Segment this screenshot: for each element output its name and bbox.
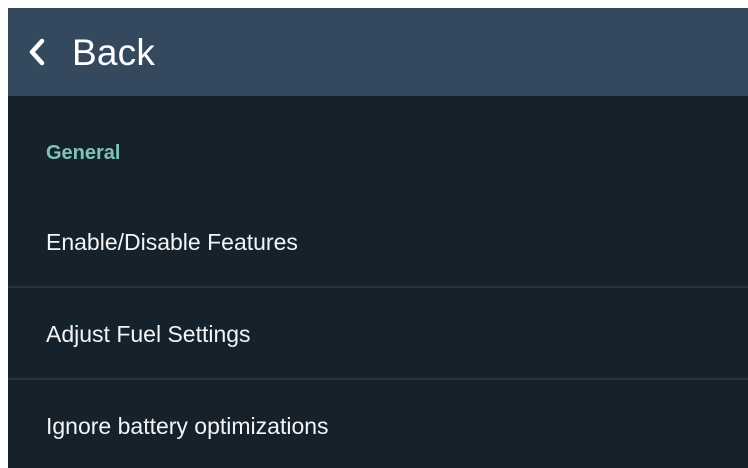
menu-item-ignore-battery-optimizations[interactable]: Ignore battery optimizations	[8, 380, 748, 468]
menu-item-adjust-fuel-settings[interactable]: Adjust Fuel Settings	[8, 288, 748, 380]
back-label: Back	[72, 31, 156, 73]
menu-item-label: Adjust Fuel Settings	[46, 320, 251, 347]
menu-item-label: Enable/Disable Features	[46, 228, 298, 255]
chevron-left-icon	[26, 37, 48, 67]
top-app-bar: Back	[8, 8, 748, 96]
menu-item-label: Ignore battery optimizations	[46, 412, 329, 439]
back-button[interactable]: Back	[8, 8, 173, 96]
menu-item-enable-disable-features[interactable]: Enable/Disable Features	[8, 196, 748, 288]
settings-screen: Back General Enable/Disable Features Adj…	[8, 8, 748, 468]
section-header-general: General	[46, 142, 121, 164]
